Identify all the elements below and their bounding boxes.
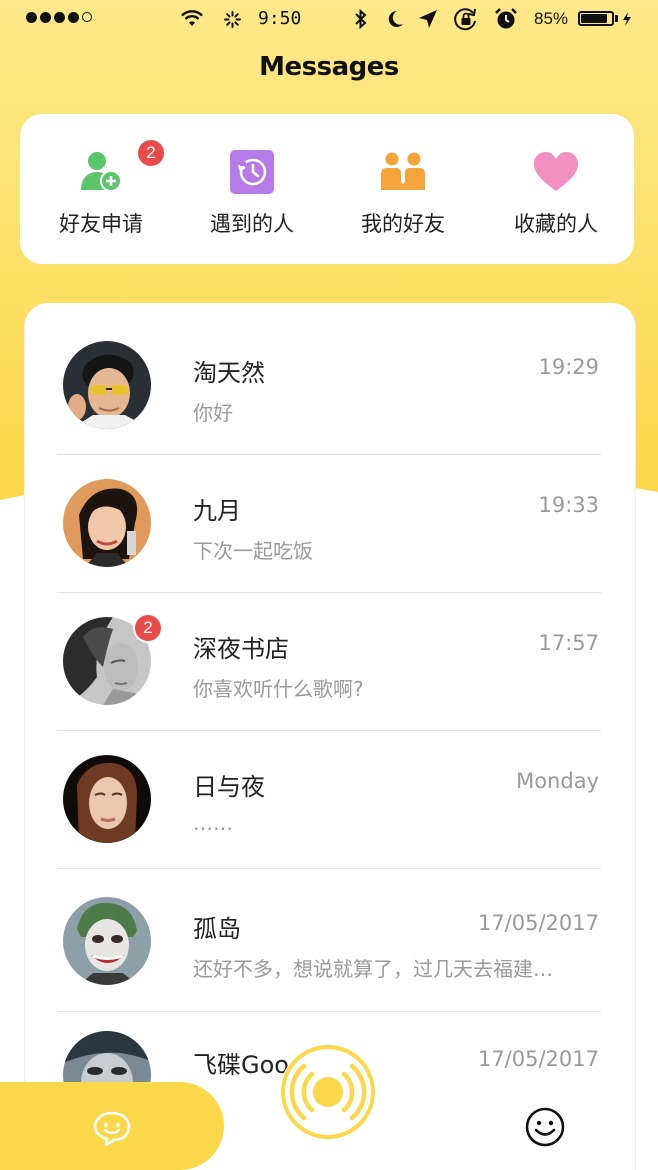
alarm-clock-icon: [495, 8, 517, 29]
battery-tip: [615, 15, 618, 22]
friend-request-icon: [81, 152, 122, 192]
tab-profile[interactable]: [524, 1106, 566, 1152]
history-clock-icon: [230, 150, 274, 194]
friends-icon: [381, 152, 425, 190]
message-preview: ……: [193, 811, 233, 835]
moon-icon: [388, 10, 403, 27]
quick-actions-card: 2 好友申请 遇到的人 我的好友 收藏的人: [20, 114, 634, 264]
friend-request-badge: 2: [138, 140, 164, 166]
battery-percent: 85%: [534, 9, 569, 28]
loading-spinner-icon: [224, 11, 241, 28]
avatar: [63, 897, 151, 985]
divider: [57, 730, 601, 731]
quick-action-my-friends[interactable]: 我的好友: [326, 114, 480, 264]
radar-button[interactable]: [280, 1044, 376, 1140]
quick-action-favorites[interactable]: 收藏的人: [479, 114, 633, 264]
quick-action-label: 我的好友: [361, 212, 445, 236]
message-time: 19:33: [538, 493, 599, 517]
avatar: [63, 479, 151, 567]
quick-action-friend-requests[interactable]: 2 好友申请: [24, 114, 178, 264]
tab-messages[interactable]: [0, 1082, 224, 1170]
divider: [57, 454, 601, 455]
bluetooth-icon: [355, 9, 367, 29]
avatar: [63, 341, 151, 429]
avatar: [63, 755, 151, 843]
wifi-icon: [181, 10, 203, 26]
charging-bolt-icon: [623, 12, 631, 26]
rotation-lock-icon: [454, 8, 476, 31]
conversation-row[interactable]: 2 深夜书店 17:57 你喜欢听什么歌啊?: [25, 601, 635, 739]
conversation-row[interactable]: 淘天然 19:29 你好: [25, 325, 635, 463]
contact-name: 孤岛: [193, 915, 241, 943]
contact-name: 九月: [193, 497, 241, 525]
battery-icon: [578, 11, 614, 26]
divider: [57, 592, 601, 593]
clock-time: 9:50: [258, 8, 302, 29]
conversation-row[interactable]: 孤岛 17/05/2017 还好不多，想说就算了，过几天去福建…: [25, 877, 635, 1015]
message-time: Monday: [516, 769, 599, 793]
heart-icon: [534, 152, 578, 191]
message-preview: 还好不多，想说就算了，过几天去福建…: [193, 957, 553, 981]
message-preview: 你喜欢听什么歌啊?: [193, 677, 364, 701]
location-arrow-icon: [419, 10, 437, 28]
message-time: 17:57: [538, 631, 599, 655]
quick-action-label: 好友申请: [59, 212, 143, 236]
status-bar: 9:50 85%: [0, 0, 658, 40]
quick-action-people-met[interactable]: 遇到的人: [175, 114, 329, 264]
conversation-row[interactable]: 九月 19:33 下次一起吃饭: [25, 463, 635, 601]
signal-strength-icon: [26, 12, 92, 23]
unread-badge: 2: [135, 615, 161, 641]
conversation-list: 淘天然 19:29 你好 九月 19:33 下次一起吃饭 2 深夜书店 17:5…: [24, 303, 636, 1170]
page-title: Messages: [259, 52, 399, 82]
conversation-row[interactable]: 日与夜 Monday ……: [25, 739, 635, 877]
contact-name: 淘天然: [193, 359, 265, 387]
message-preview: 你好: [193, 401, 233, 425]
divider: [57, 868, 601, 869]
quick-action-label: 遇到的人: [210, 212, 294, 236]
contact-name: 深夜书店: [193, 635, 289, 663]
tab-bar: [0, 1044, 658, 1170]
contact-name: 日与夜: [193, 773, 265, 801]
quick-action-label: 收藏的人: [514, 212, 598, 236]
message-time: 17/05/2017: [477, 911, 599, 935]
broadcast-icon: [281, 1045, 375, 1139]
smiley-face-icon: [525, 1107, 565, 1147]
message-time: 19:29: [538, 355, 599, 379]
divider: [57, 1011, 601, 1012]
message-preview: 下次一起吃饭: [193, 539, 313, 563]
message-time: 17/05/2017: [477, 1047, 599, 1071]
chat-bubble-smile-icon: [93, 1111, 131, 1146]
